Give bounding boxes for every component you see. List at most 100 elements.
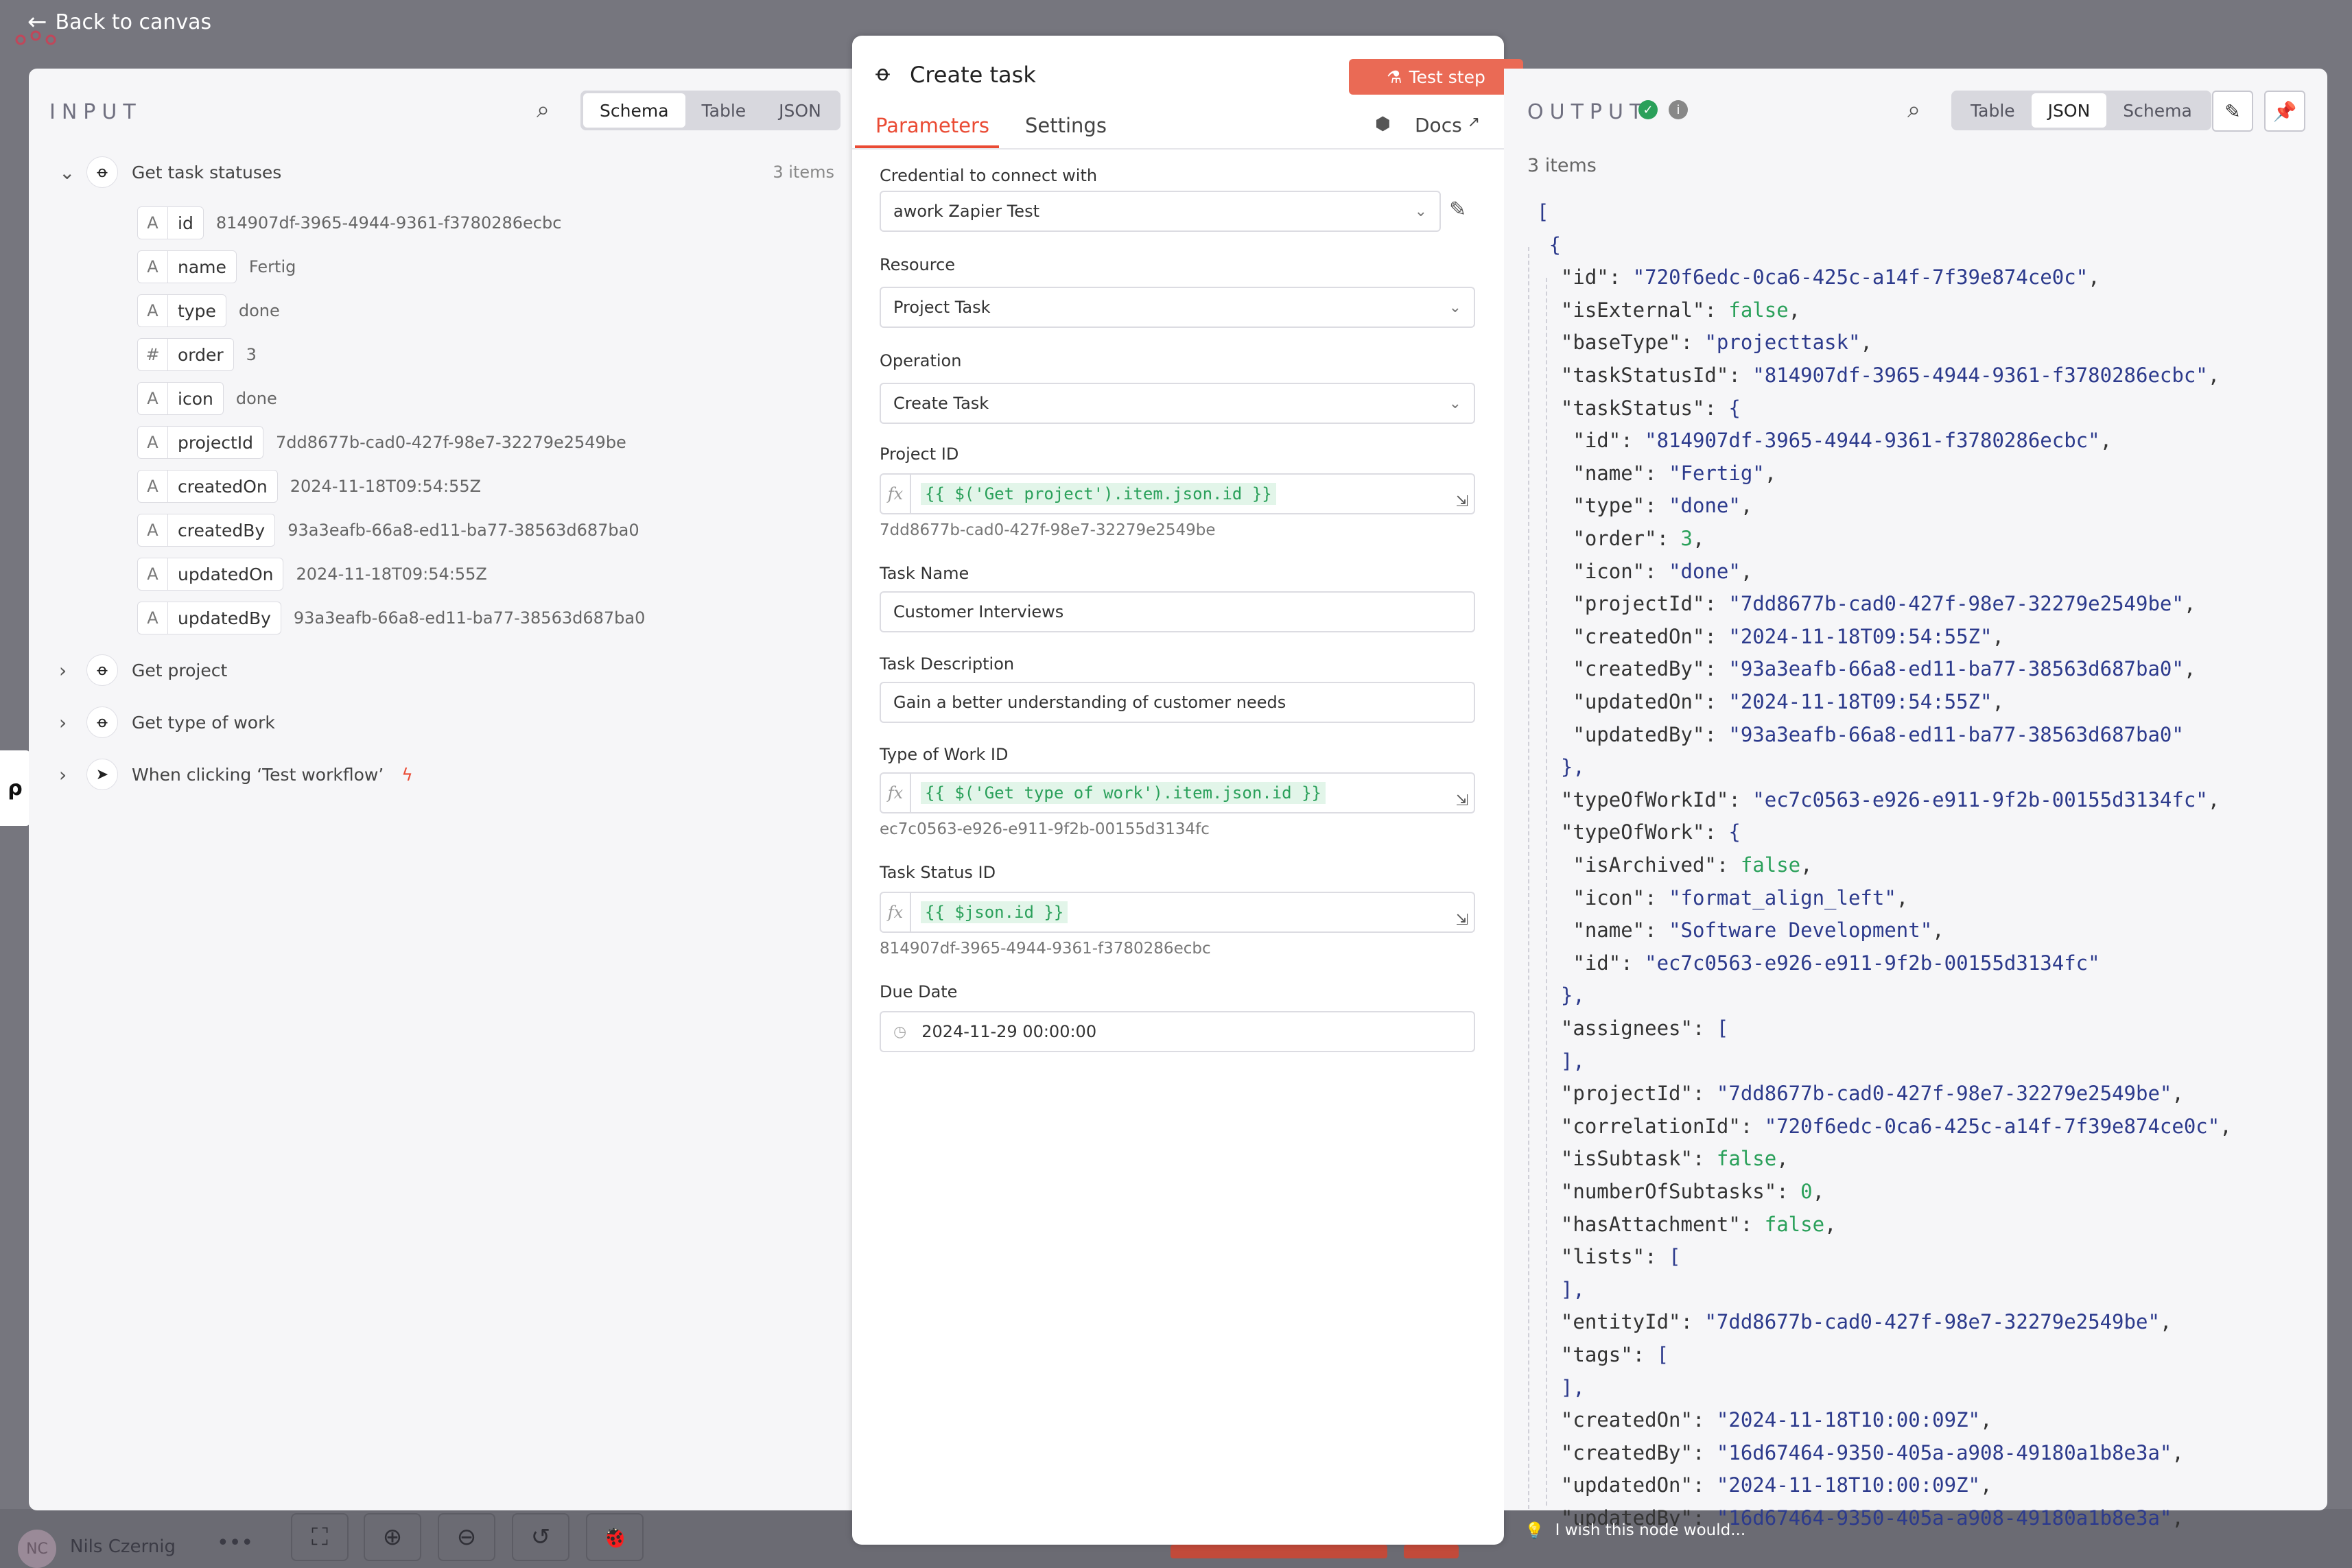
json-token: "type": bbox=[1537, 494, 1669, 518]
json-line: "createdBy": "93a3eafb-66a8-ed11-ba77-38… bbox=[1537, 657, 2196, 680]
expand-icon[interactable]: ⇲ bbox=[1456, 493, 1468, 510]
chevron-right-icon[interactable]: › bbox=[59, 659, 86, 682]
field-tag[interactable]: Atype bbox=[137, 294, 226, 327]
node-get-type-of-work[interactable]: › ꝋ Get type of work bbox=[59, 706, 275, 738]
tab-parameters[interactable]: Parameters bbox=[875, 114, 989, 137]
json-token: , bbox=[2172, 1440, 2184, 1464]
chevron-right-icon[interactable]: › bbox=[59, 711, 86, 734]
field-tag[interactable]: Aicon bbox=[137, 382, 224, 415]
field-tag[interactable]: # order bbox=[137, 338, 234, 371]
node-get-task-statuses[interactable]: ⌄ ꝋ Get task statuses 3 items bbox=[59, 156, 834, 188]
avatar[interactable]: NC bbox=[18, 1530, 56, 1568]
docs-link[interactable]: Docs ↗ bbox=[1415, 114, 1480, 136]
field-name: order bbox=[178, 344, 224, 365]
field-tag[interactable]: AupdatedBy bbox=[137, 602, 281, 634]
json-line: "createdOn": "2024-11-18T09:54:55Z", bbox=[1537, 625, 2004, 648]
task-status-expression: {{ $json.id }} bbox=[921, 901, 1068, 923]
tab-table[interactable]: Table bbox=[685, 93, 763, 128]
schema-field[interactable]: # order 3 bbox=[137, 337, 257, 372]
schema-field[interactable]: AcreatedOn 2024-11-18T09:54:55Z bbox=[137, 469, 481, 503]
chevron-down-icon[interactable]: ⌄ bbox=[59, 161, 86, 184]
json-token: , bbox=[2159, 1310, 2172, 1334]
json-token: "typeOfWorkId": bbox=[1537, 787, 1753, 811]
canvas-node-graphic bbox=[15, 30, 56, 45]
tab-schema[interactable]: Schema bbox=[2106, 93, 2209, 128]
schema-field[interactable]: AcreatedBy 93a3eafb-66a8-ed11-ba77-38563d… bbox=[137, 513, 639, 547]
json-token: , bbox=[1992, 690, 2004, 713]
type-of-work-expression-field[interactable]: fx {{ $('Get type of work').item.json.id… bbox=[880, 772, 1475, 813]
node-item-count: 3 items bbox=[773, 163, 834, 182]
side-handle[interactable]: ρ bbox=[0, 750, 30, 826]
json-token: , bbox=[1824, 1212, 1837, 1236]
schema-field[interactable]: AupdatedOn 2024-11-18T09:54:55Z bbox=[137, 557, 487, 591]
schema-field[interactable]: Aicon done bbox=[137, 381, 277, 416]
json-line: "isArchived": false, bbox=[1537, 853, 1812, 877]
task-description-input[interactable]: Gain a better understanding of customer … bbox=[880, 682, 1475, 723]
tab-settings[interactable]: Settings bbox=[1025, 114, 1107, 137]
expand-icon[interactable]: ⇲ bbox=[1456, 792, 1468, 809]
zoom-out-button[interactable]: ⊖ bbox=[438, 1513, 495, 1561]
json-line: "taskStatus": { bbox=[1537, 396, 1741, 420]
schema-field[interactable]: AprojectId 7dd8677b-cad0-427f-98e7-32279e… bbox=[137, 425, 626, 460]
field-tag[interactable]: AcreatedOn bbox=[137, 470, 278, 503]
reset-zoom-button[interactable]: ↺ bbox=[512, 1513, 569, 1561]
schema-field[interactable]: Aname Fertig bbox=[137, 250, 296, 284]
search-icon[interactable]: ⌕ bbox=[537, 96, 550, 123]
project-id-expression-field[interactable]: fx {{ $('Get project').item.json.id }} ⇲ bbox=[880, 473, 1475, 514]
node-title[interactable]: Create task bbox=[910, 62, 1036, 88]
function-icon: fx bbox=[881, 774, 911, 812]
tab-json[interactable]: JSON bbox=[2031, 93, 2107, 128]
schema-field[interactable]: Aid 814907df-3965-4944-9361-f3780286ecbc bbox=[137, 206, 561, 240]
resource-select[interactable]: Project Task ⌄ bbox=[880, 287, 1475, 328]
tab-json[interactable]: JSON bbox=[762, 93, 838, 128]
json-token: false bbox=[1728, 298, 1789, 322]
field-tag[interactable]: Aid bbox=[137, 206, 204, 239]
pencil-icon[interactable]: ✎ bbox=[1449, 198, 1466, 222]
feedback-link[interactable]: 💡 I wish this node would... bbox=[1525, 1521, 1745, 1540]
json-line: "lists": [ bbox=[1537, 1245, 1681, 1268]
tab-schema[interactable]: Schema bbox=[583, 93, 685, 128]
json-token: "name": bbox=[1537, 918, 1669, 942]
field-tag[interactable]: AcreatedBy bbox=[137, 514, 276, 547]
schema-field[interactable]: Atype done bbox=[137, 294, 280, 328]
json-line: "updatedOn": "2024-11-18T09:54:55Z", bbox=[1537, 690, 2004, 713]
schema-field[interactable]: AupdatedBy 93a3eafb-66a8-ed11-ba77-38563d… bbox=[137, 601, 645, 635]
credential-select[interactable]: awork Zapier Test ⌄ bbox=[880, 191, 1441, 232]
json-token: , bbox=[2172, 1506, 2184, 1530]
field-tag[interactable]: Aname bbox=[137, 250, 237, 283]
json-line: ], bbox=[1537, 1278, 1585, 1301]
field-value: 814907df-3965-4944-9361-f3780286ecbc bbox=[215, 213, 562, 233]
field-tag[interactable]: AprojectId bbox=[137, 426, 264, 459]
json-token: { bbox=[1728, 396, 1741, 420]
zoom-in-button[interactable]: ⊕ bbox=[364, 1513, 421, 1561]
json-token: "2024-11-18T10:00:09Z" bbox=[1716, 1473, 1981, 1497]
tab-table[interactable]: Table bbox=[1954, 93, 2032, 128]
json-token: , bbox=[1692, 527, 1705, 550]
json-line: "baseType": "projecttask", bbox=[1537, 331, 1872, 354]
expand-icon[interactable]: ⇲ bbox=[1456, 912, 1468, 929]
chevron-right-icon[interactable]: › bbox=[59, 763, 86, 786]
json-line: "updatedOn": "2024-11-18T10:00:09Z", bbox=[1537, 1473, 1992, 1497]
field-tag[interactable]: AupdatedOn bbox=[137, 558, 284, 591]
user-menu-icon[interactable]: ••• bbox=[217, 1531, 253, 1555]
project-id-hint: 7dd8677b-cad0-427f-98e7-32279e2549be bbox=[880, 521, 1216, 539]
task-status-expression-field[interactable]: fx {{ $json.id }} ⇲ bbox=[880, 892, 1475, 933]
debug-button[interactable]: 🐞 bbox=[586, 1513, 644, 1561]
edit-output-button[interactable]: ✎ bbox=[2212, 91, 2253, 132]
json-token: ], bbox=[1537, 1375, 1585, 1399]
pin-output-button[interactable]: 📌 bbox=[2264, 91, 2305, 132]
operation-select[interactable]: Create Task ⌄ bbox=[880, 383, 1475, 424]
info-icon[interactable]: i bbox=[1669, 100, 1688, 119]
due-date-picker[interactable]: ◷ 2024-11-29 00:00:00 bbox=[880, 1011, 1475, 1052]
json-token: [ bbox=[1537, 200, 1549, 224]
node-get-project[interactable]: › ꝋ Get project bbox=[59, 654, 227, 686]
task-name-input[interactable]: Customer Interviews bbox=[880, 591, 1475, 632]
canvas-button-peek bbox=[1404, 1545, 1459, 1558]
json-line: { bbox=[1537, 233, 1560, 257]
search-icon[interactable]: ⌕ bbox=[1907, 96, 1920, 123]
test-step-button[interactable]: ⚗ Test step bbox=[1349, 59, 1523, 95]
fit-view-button[interactable]: ⛶ bbox=[291, 1513, 349, 1561]
node-manual-trigger[interactable]: › ➤ When clicking ‘Test workflow’ ϟ bbox=[59, 759, 413, 790]
json-line: "createdBy": "16d67464-9350-405a-a908-49… bbox=[1537, 1441, 2184, 1464]
project-id-label: Project ID bbox=[880, 444, 959, 464]
